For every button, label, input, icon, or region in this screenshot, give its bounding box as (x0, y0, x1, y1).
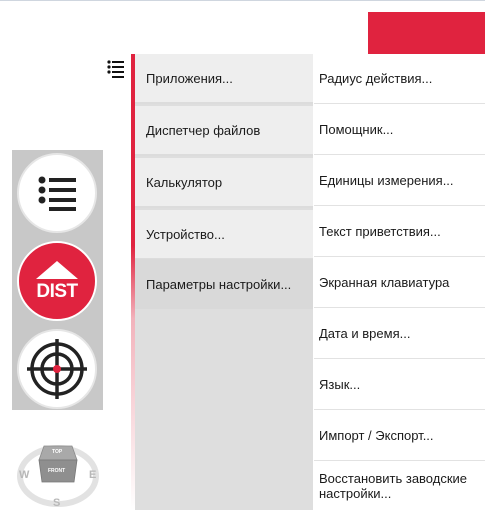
header-accent-block (368, 12, 485, 54)
menu-toggle-button[interactable] (107, 59, 125, 79)
list-icon (107, 60, 124, 78)
menu-item-file-manager[interactable]: Диспетчер файлов (135, 106, 313, 156)
submenu-item-factory-reset[interactable]: Восстановить заводские настройки... (314, 462, 485, 510)
submenu-item-date-time[interactable]: Дата и время... (314, 309, 485, 359)
submenu-item-language[interactable]: Язык... (314, 360, 485, 410)
submenu-item-range[interactable]: Радиус действия... (314, 54, 485, 104)
orientation-compass[interactable]: W E S TOP FRONT (16, 432, 100, 510)
measurement-toolbar: DIST (12, 150, 103, 410)
main-menu: Приложения... Диспетчер файлов Калькулят… (131, 54, 485, 510)
target-button[interactable] (17, 329, 97, 409)
compass-east-label: E (89, 469, 97, 481)
menu-item-settings[interactable]: Параметры настройки... (135, 259, 313, 309)
submenu-item-assistant[interactable]: Помощник... (314, 105, 485, 155)
submenu-item-welcome-text[interactable]: Текст приветствия... (314, 207, 485, 257)
menu-item-calculator[interactable]: Калькулятор (135, 158, 313, 208)
menu-item-applications[interactable]: Приложения... (135, 54, 313, 104)
secondary-menu-column: Радиус действия... Помощник... Единицы и… (314, 54, 485, 510)
arrow-up-icon (36, 260, 78, 279)
submenu-item-keyboard[interactable]: Экранная клавиатура (314, 258, 485, 308)
menu-item-device[interactable]: Устройство... (135, 210, 313, 260)
distance-button-label: DIST (36, 280, 78, 302)
crosshair-icon (27, 339, 87, 399)
distance-measure-button[interactable]: DIST (17, 241, 97, 321)
list-view-button[interactable] (17, 153, 97, 233)
view-cube-icon (38, 445, 78, 483)
submenu-item-units[interactable]: Единицы измерения... (314, 156, 485, 206)
list-icon (38, 176, 76, 211)
cube-front-label: FRONT (48, 468, 66, 474)
primary-menu-column: Приложения... Диспетчер файлов Калькулят… (131, 54, 313, 510)
compass-south-label: S (53, 497, 61, 509)
compass-west-label: W (19, 469, 30, 481)
submenu-item-import-export[interactable]: Импорт / Экспорт... (314, 411, 485, 461)
cube-top-label: TOP (52, 449, 63, 455)
